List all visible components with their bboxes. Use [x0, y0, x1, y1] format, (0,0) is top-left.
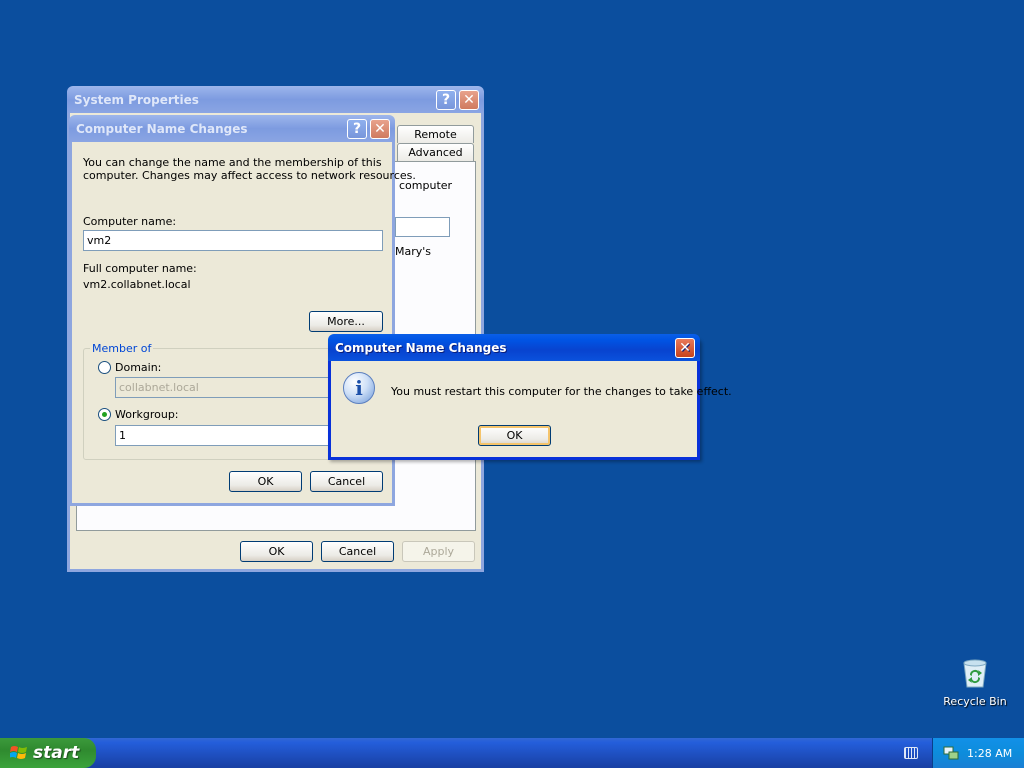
recycle-bin-label: Recycle Bin	[943, 695, 1007, 708]
member-of-label: Member of	[90, 342, 154, 355]
workgroup-radio[interactable]	[98, 408, 111, 421]
system-properties-titlebar[interactable]: System Properties ? ✕	[67, 86, 484, 113]
close-icon[interactable]: ✕	[370, 119, 390, 139]
partial-field[interactable]	[395, 217, 450, 237]
workgroup-label: Workgroup:	[115, 408, 179, 421]
name-changes-title: Computer Name Changes	[76, 121, 248, 136]
tab-advanced[interactable]: Advanced	[397, 143, 474, 161]
description-line-2: computer. Changes may affect access to n…	[83, 169, 416, 182]
windows-logo-icon	[9, 744, 28, 762]
message-box-title: Computer Name Changes	[335, 340, 507, 355]
system-tray: 1:28 AM	[932, 738, 1024, 768]
help-icon[interactable]: ?	[347, 119, 367, 139]
more-button[interactable]: More...	[309, 311, 383, 332]
info-icon: i	[343, 372, 375, 404]
domain-radio[interactable]	[98, 361, 111, 374]
computer-name-label: Computer name:	[83, 215, 177, 228]
message-box-titlebar[interactable]: Computer Name Changes ✕	[328, 334, 700, 361]
name-changes-titlebar[interactable]: Computer Name Changes ? ✕	[69, 115, 395, 142]
recycle-bin-icon	[961, 658, 989, 688]
message-text: You must restart this computer for the c…	[391, 385, 732, 398]
ok-button[interactable]: OK	[240, 541, 313, 562]
help-icon[interactable]: ?	[436, 90, 456, 110]
keyboard-icon[interactable]	[904, 747, 918, 759]
recycle-bin-desktop-icon[interactable]: Recycle Bin	[940, 655, 1010, 711]
description-line-1: You can change the name and the membersh…	[83, 156, 382, 169]
restart-message-box: Computer Name Changes ✕ i You must resta…	[328, 334, 732, 460]
network-icon[interactable]	[943, 745, 959, 761]
cancel-button[interactable]: Cancel	[310, 471, 383, 492]
full-name-label: Full computer name:	[83, 262, 197, 275]
domain-label: Domain:	[115, 361, 162, 374]
close-icon[interactable]: ✕	[675, 338, 695, 358]
computer-name-input[interactable]: vm2	[83, 230, 383, 251]
tab-remote[interactable]: Remote	[397, 125, 474, 143]
partial-text-marys: Mary's	[395, 245, 432, 258]
clock[interactable]: 1:28 AM	[967, 747, 1012, 760]
apply-button[interactable]: Apply	[402, 541, 475, 562]
start-button[interactable]: start	[0, 738, 96, 768]
start-label: start	[33, 743, 80, 763]
ok-button[interactable]: OK	[478, 425, 551, 446]
close-icon[interactable]: ✕	[459, 90, 479, 110]
taskbar: start 1:28 AM	[0, 738, 1024, 768]
system-properties-title: System Properties	[74, 92, 199, 107]
full-name-value: vm2.collabnet.local	[83, 278, 191, 291]
cancel-button[interactable]: Cancel	[321, 541, 394, 562]
ok-button[interactable]: OK	[229, 471, 302, 492]
